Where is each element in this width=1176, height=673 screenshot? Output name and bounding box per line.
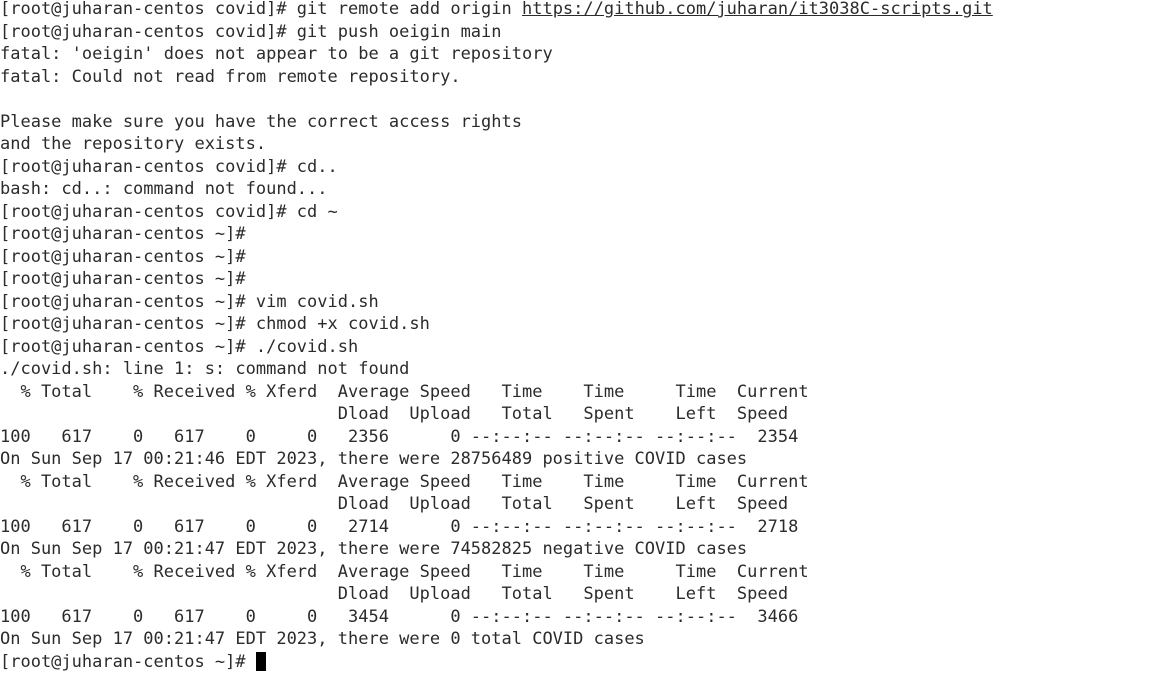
terminal-line: fatal: 'oeigin' does not appear to be a … xyxy=(0,43,1176,66)
curl-progress-row: 100 617 0 617 0 0 3454 0 --:--:-- --:--:… xyxy=(0,606,1176,629)
shell-prompt: [root@juharan-centos ~]# xyxy=(0,652,256,672)
terminal-line: [root@juharan-centos covid]# cd.. xyxy=(0,156,1176,179)
terminal-line: [root@juharan-centos covid]# cd ~ xyxy=(0,201,1176,224)
terminal-line: [root@juharan-centos ~]# xyxy=(0,246,1176,269)
terminal-line: [root@juharan-centos ~]# chmod +x covid.… xyxy=(0,313,1176,336)
covid-result-line: On Sun Sep 17 00:21:47 EDT 2023, there w… xyxy=(0,628,1176,651)
curl-progress-subheader: Dload Upload Total Spent Left Speed xyxy=(0,403,1176,426)
terminal-line: [root@juharan-centos ~]# xyxy=(0,268,1176,291)
terminal-line: [root@juharan-centos covid]# git push oe… xyxy=(0,21,1176,44)
terminal-output[interactable]: [root@juharan-centos covid]# git remote … xyxy=(0,0,1176,670)
terminal-line xyxy=(0,88,1176,111)
covid-result-line: On Sun Sep 17 00:21:46 EDT 2023, there w… xyxy=(0,448,1176,471)
terminal-line: ./covid.sh: line 1: s: command not found xyxy=(0,358,1176,381)
terminal-line: fatal: Could not read from remote reposi… xyxy=(0,66,1176,89)
repository-url-link[interactable]: https://github.com/juharan/it3038C-scrip… xyxy=(522,0,993,19)
terminal-line: [root@juharan-centos ~]# xyxy=(0,223,1176,246)
terminal-line: [root@juharan-centos ~]# vim covid.sh xyxy=(0,291,1176,314)
curl-progress-row: 100 617 0 617 0 0 2356 0 --:--:-- --:--:… xyxy=(0,426,1176,449)
curl-progress-header: % Total % Received % Xferd Average Speed… xyxy=(0,471,1176,494)
terminal-line: and the repository exists. xyxy=(0,133,1176,156)
curl-progress-header: % Total % Received % Xferd Average Speed… xyxy=(0,561,1176,584)
curl-progress-subheader: Dload Upload Total Spent Left Speed xyxy=(0,493,1176,516)
text-cursor xyxy=(256,652,266,671)
covid-result-line: On Sun Sep 17 00:21:47 EDT 2023, there w… xyxy=(0,538,1176,561)
curl-progress-row: 100 617 0 617 0 0 2714 0 --:--:-- --:--:… xyxy=(0,516,1176,539)
line-text: [root@juharan-centos covid]# git remote … xyxy=(0,0,522,19)
curl-progress-header: % Total % Received % Xferd Average Speed… xyxy=(0,381,1176,404)
terminal-line: bash: cd..: command not found... xyxy=(0,178,1176,201)
terminal-line: [root@juharan-centos covid]# git remote … xyxy=(0,0,1176,21)
terminal-line: [root@juharan-centos ~]# ./covid.sh xyxy=(0,336,1176,359)
terminal-line: Please make sure you have the correct ac… xyxy=(0,111,1176,134)
curl-progress-subheader: Dload Upload Total Spent Left Speed xyxy=(0,583,1176,606)
